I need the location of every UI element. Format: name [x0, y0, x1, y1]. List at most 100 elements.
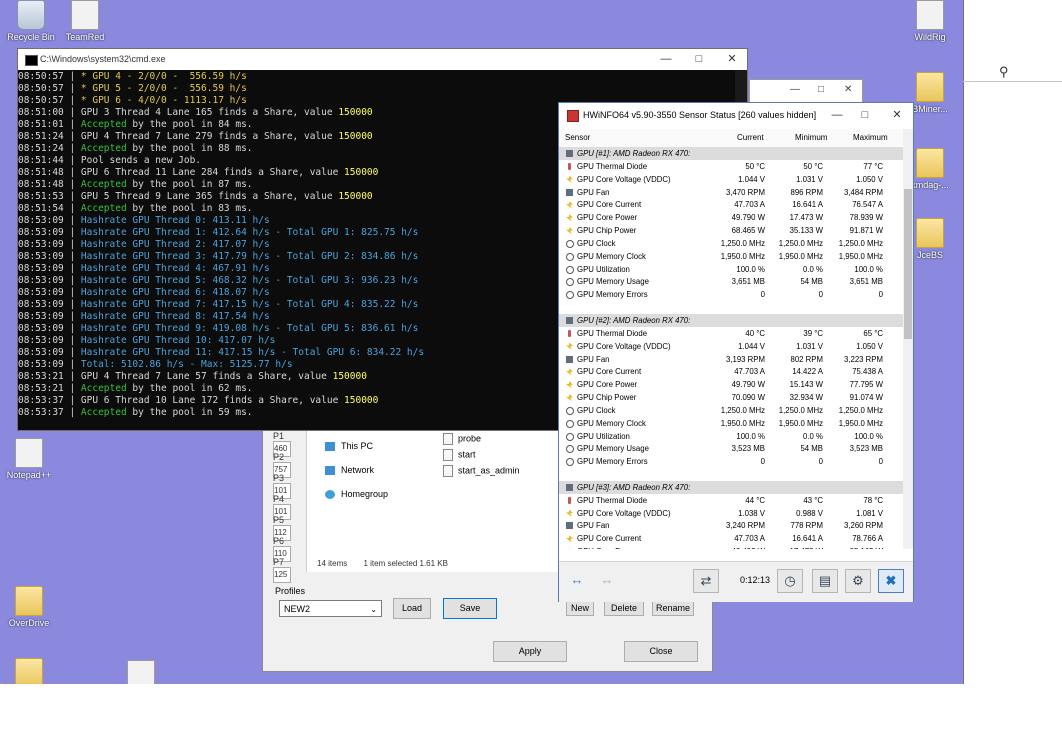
maximize-button[interactable]: □	[849, 105, 881, 126]
desktop-icon-settings-app[interactable]	[109, 660, 173, 684]
sensor-row[interactable]: GPU Core Voltage (VDDC) 1.038 V 0.988 V 1.0…	[559, 507, 903, 520]
profile-row-value[interactable]: 125	[273, 567, 291, 583]
sensor-row[interactable]: GPU Thermal Diode 40 °C 39 °C 65 °C	[559, 327, 903, 340]
notepad-icon	[15, 438, 43, 468]
expand-arrows-button[interactable]: ↔	[593, 569, 621, 593]
sensor-row[interactable]: GPU Utilization 100.0 % 0.0 % 100.0 %	[559, 430, 903, 443]
sensor-row[interactable]: GPU Thermal Diode 44 °C 43 °C 78 °C	[559, 494, 903, 507]
sensor-row[interactable]: GPU Core Current 47.703 A 14.422 A 75.438 A	[559, 365, 903, 378]
sensor-name: GPU Memory Clock	[577, 251, 646, 261]
console-message-rest: by the pool in 84 ms.	[126, 119, 253, 130]
apply-button[interactable]: Apply	[493, 641, 567, 662]
sensor-row[interactable]: GPU Core Current 47.703 A 16.641 A 76.547 A	[559, 198, 903, 211]
sensor-maximum: 0	[878, 290, 883, 300]
close-button[interactable]: Close	[624, 641, 698, 662]
desktop-icon-partial[interactable]	[0, 658, 61, 684]
profile-row-p3: P3101	[273, 473, 303, 499]
sensor-row[interactable]: GPU Core Power 49.790 W 15.143 W 77.795 W	[559, 378, 903, 391]
sensor-maximum: 1,250.0 MHz	[838, 405, 883, 415]
sensor-row[interactable]: GPU Utilization 100.0 % 0.0 % 100.0 %	[559, 263, 903, 276]
sensor-group-header[interactable]: GPU [#3]: AMD Radeon RX 470:	[559, 480, 903, 494]
load-button[interactable]: Load	[393, 598, 431, 619]
sensor-row[interactable]: GPU Clock 1,250.0 MHz 1,250.0 MHz 1,250.0 M…	[559, 237, 903, 250]
nav-homegroup[interactable]: Homegroup	[325, 489, 388, 500]
sensor-row[interactable]: GPU Memory Usage 3,523 MB 54 MB 3,523 MB	[559, 442, 903, 455]
sensor-row[interactable]: GPU Fan 3,193 RPM 802 RPM 3,223 RPM	[559, 353, 903, 366]
desktop-icon-notepadpp[interactable]: Notepad++	[0, 438, 61, 480]
delete-profile-button[interactable]: Delete	[604, 600, 644, 616]
column-current[interactable]: Current	[737, 133, 764, 142]
cmd-title-bar[interactable]: C:\Windows\system32\cmd.exe — □ ✕	[18, 49, 747, 70]
search-bar[interactable]: ⚲	[963, 55, 1062, 82]
minimize-button[interactable]: —	[650, 49, 682, 70]
sensor-row[interactable]: GPU Memory Usage 3,651 MB 54 MB 3,651 MB	[559, 275, 903, 288]
sensor-group-header[interactable]: GPU [#1]: AMD Radeon RX 470:	[559, 147, 903, 160]
network-sensors-button[interactable]: ⇄	[693, 569, 719, 593]
sensor-name: GPU Core Current	[577, 200, 642, 210]
profile-row-p7: P7125	[273, 557, 303, 583]
nav-this-pc[interactable]: This PC	[325, 441, 374, 452]
console-timestamp: 08:51:54 |	[18, 203, 81, 214]
desktop-icon-teamred[interactable]: TeamRed	[53, 0, 117, 42]
file-item-start[interactable]: start	[443, 449, 476, 461]
sensor-row[interactable]: GPU Chip Power 68.465 W 35.133 W 91.871 W	[559, 224, 903, 237]
sensor-maximum: 78.939 W	[849, 213, 883, 223]
column-maximum[interactable]: Maximum	[853, 133, 888, 142]
close-icon[interactable]: ✕	[844, 84, 852, 95]
sensor-minimum: 39 °C	[803, 328, 823, 338]
desktop-icon-overdrive[interactable]: OverDrive	[0, 586, 61, 628]
desktop-icon-label: Recycle Bin	[7, 32, 55, 42]
sensor-minimum: 17.473 W	[789, 213, 823, 223]
console-message: Total: 5102.86 h/s - Max: 5125.77 h/s	[80, 359, 293, 370]
sensor-row[interactable]: GPU Thermal Diode 50 °C 50 °C 77 °C	[559, 160, 903, 173]
console-message: Accepted	[80, 119, 127, 130]
nav-label: This PC	[341, 441, 374, 451]
sensor-row[interactable]: GPU Chip Power 70.090 W 32.934 W 91.074 W	[559, 391, 903, 404]
volt-sensor-icon	[566, 214, 573, 222]
sensor-row[interactable]: GPU Memory Errors 0 0 0	[559, 288, 903, 301]
sensor-row[interactable]: GPU Memory Errors 0 0 0	[559, 455, 903, 468]
sensor-row[interactable]: GPU Core Power 49.492 W 17.473 W 85.165 W	[559, 545, 903, 549]
navigate-arrows-button[interactable]: ↔	[563, 569, 591, 593]
sensor-row[interactable]: GPU Fan 3,240 RPM 778 RPM 3,260 RPM	[559, 519, 903, 532]
sensor-row[interactable]: GPU Core Power 49.790 W 17.473 W 78.939 W	[559, 211, 903, 224]
maximize-icon[interactable]: □	[818, 84, 824, 95]
sensor-scrollbar[interactable]	[903, 129, 913, 549]
console-timestamp: 08:53:09 |	[18, 287, 81, 298]
maximize-button[interactable]: □	[683, 49, 715, 70]
sensor-minimum: 802 RPM	[790, 354, 823, 364]
file-item-probe[interactable]: probe	[443, 433, 481, 445]
minimize-icon[interactable]: —	[790, 84, 800, 95]
column-sensor[interactable]: Sensor	[565, 133, 590, 142]
close-sensors-button[interactable]: ✖	[878, 569, 904, 593]
sensor-group-header[interactable]: GPU [#2]: AMD Radeon RX 470:	[559, 313, 903, 327]
sensor-row[interactable]: GPU Fan 3,470 RPM 896 RPM 3,484 RPM	[559, 186, 903, 199]
scrollbar-thumb[interactable]	[904, 189, 912, 339]
sensor-row[interactable]: GPU Core Current 47.703 A 16.641 A 78.766 A	[559, 532, 903, 545]
hwinfo-title-bar[interactable]: HWiNFO64 v5.90-3550 Sensor Status [260 v…	[559, 103, 913, 127]
close-button[interactable]: ✕	[716, 49, 748, 70]
profile-select[interactable]: NEW2 ⌄	[279, 600, 382, 617]
sensor-row[interactable]: GPU Memory Clock 1,950.0 MHz 1,950.0 MHz 1,…	[559, 417, 903, 430]
new-profile-button[interactable]: New	[566, 600, 594, 616]
console-timestamp: 08:51:01 |	[18, 119, 81, 130]
rename-profile-button[interactable]: Rename	[652, 600, 694, 616]
save-button[interactable]: Save	[443, 598, 497, 619]
sensor-row[interactable]: GPU Clock 1,250.0 MHz 1,250.0 MHz 1,250.0 M…	[559, 404, 903, 417]
sensor-name: GPU Core Current	[577, 367, 642, 377]
file-item-start-as-admin[interactable]: start_as_admin	[443, 465, 520, 477]
column-minimum[interactable]: Minimum	[795, 133, 827, 142]
desktop-icon-wildrig[interactable]: WildRig	[898, 0, 962, 42]
clock-reset-button[interactable]: ◷	[777, 569, 803, 593]
log-file-button[interactable]: ▤	[812, 569, 838, 593]
sensor-row[interactable]: GPU Core Voltage (VDDC) 1.044 V 1.031 V 1.0…	[559, 173, 903, 186]
sensor-current: 49.790 W	[731, 380, 765, 390]
sensor-row[interactable]: GPU Memory Clock 1,950.0 MHz 1,950.0 MHz 1,…	[559, 250, 903, 263]
settings-gear-button[interactable]: ⚙	[845, 569, 871, 593]
sensor-minimum: 778 RPM	[790, 521, 823, 531]
close-button[interactable]: ✕	[881, 105, 913, 126]
sensor-row[interactable]: GPU Core Voltage (VDDC) 1.044 V 1.031 V 1.0…	[559, 340, 903, 353]
console-timestamp: 08:53:09 |	[18, 263, 81, 274]
sensor-name: GPU Memory Usage	[577, 277, 649, 287]
nav-network[interactable]: Network	[325, 465, 374, 476]
